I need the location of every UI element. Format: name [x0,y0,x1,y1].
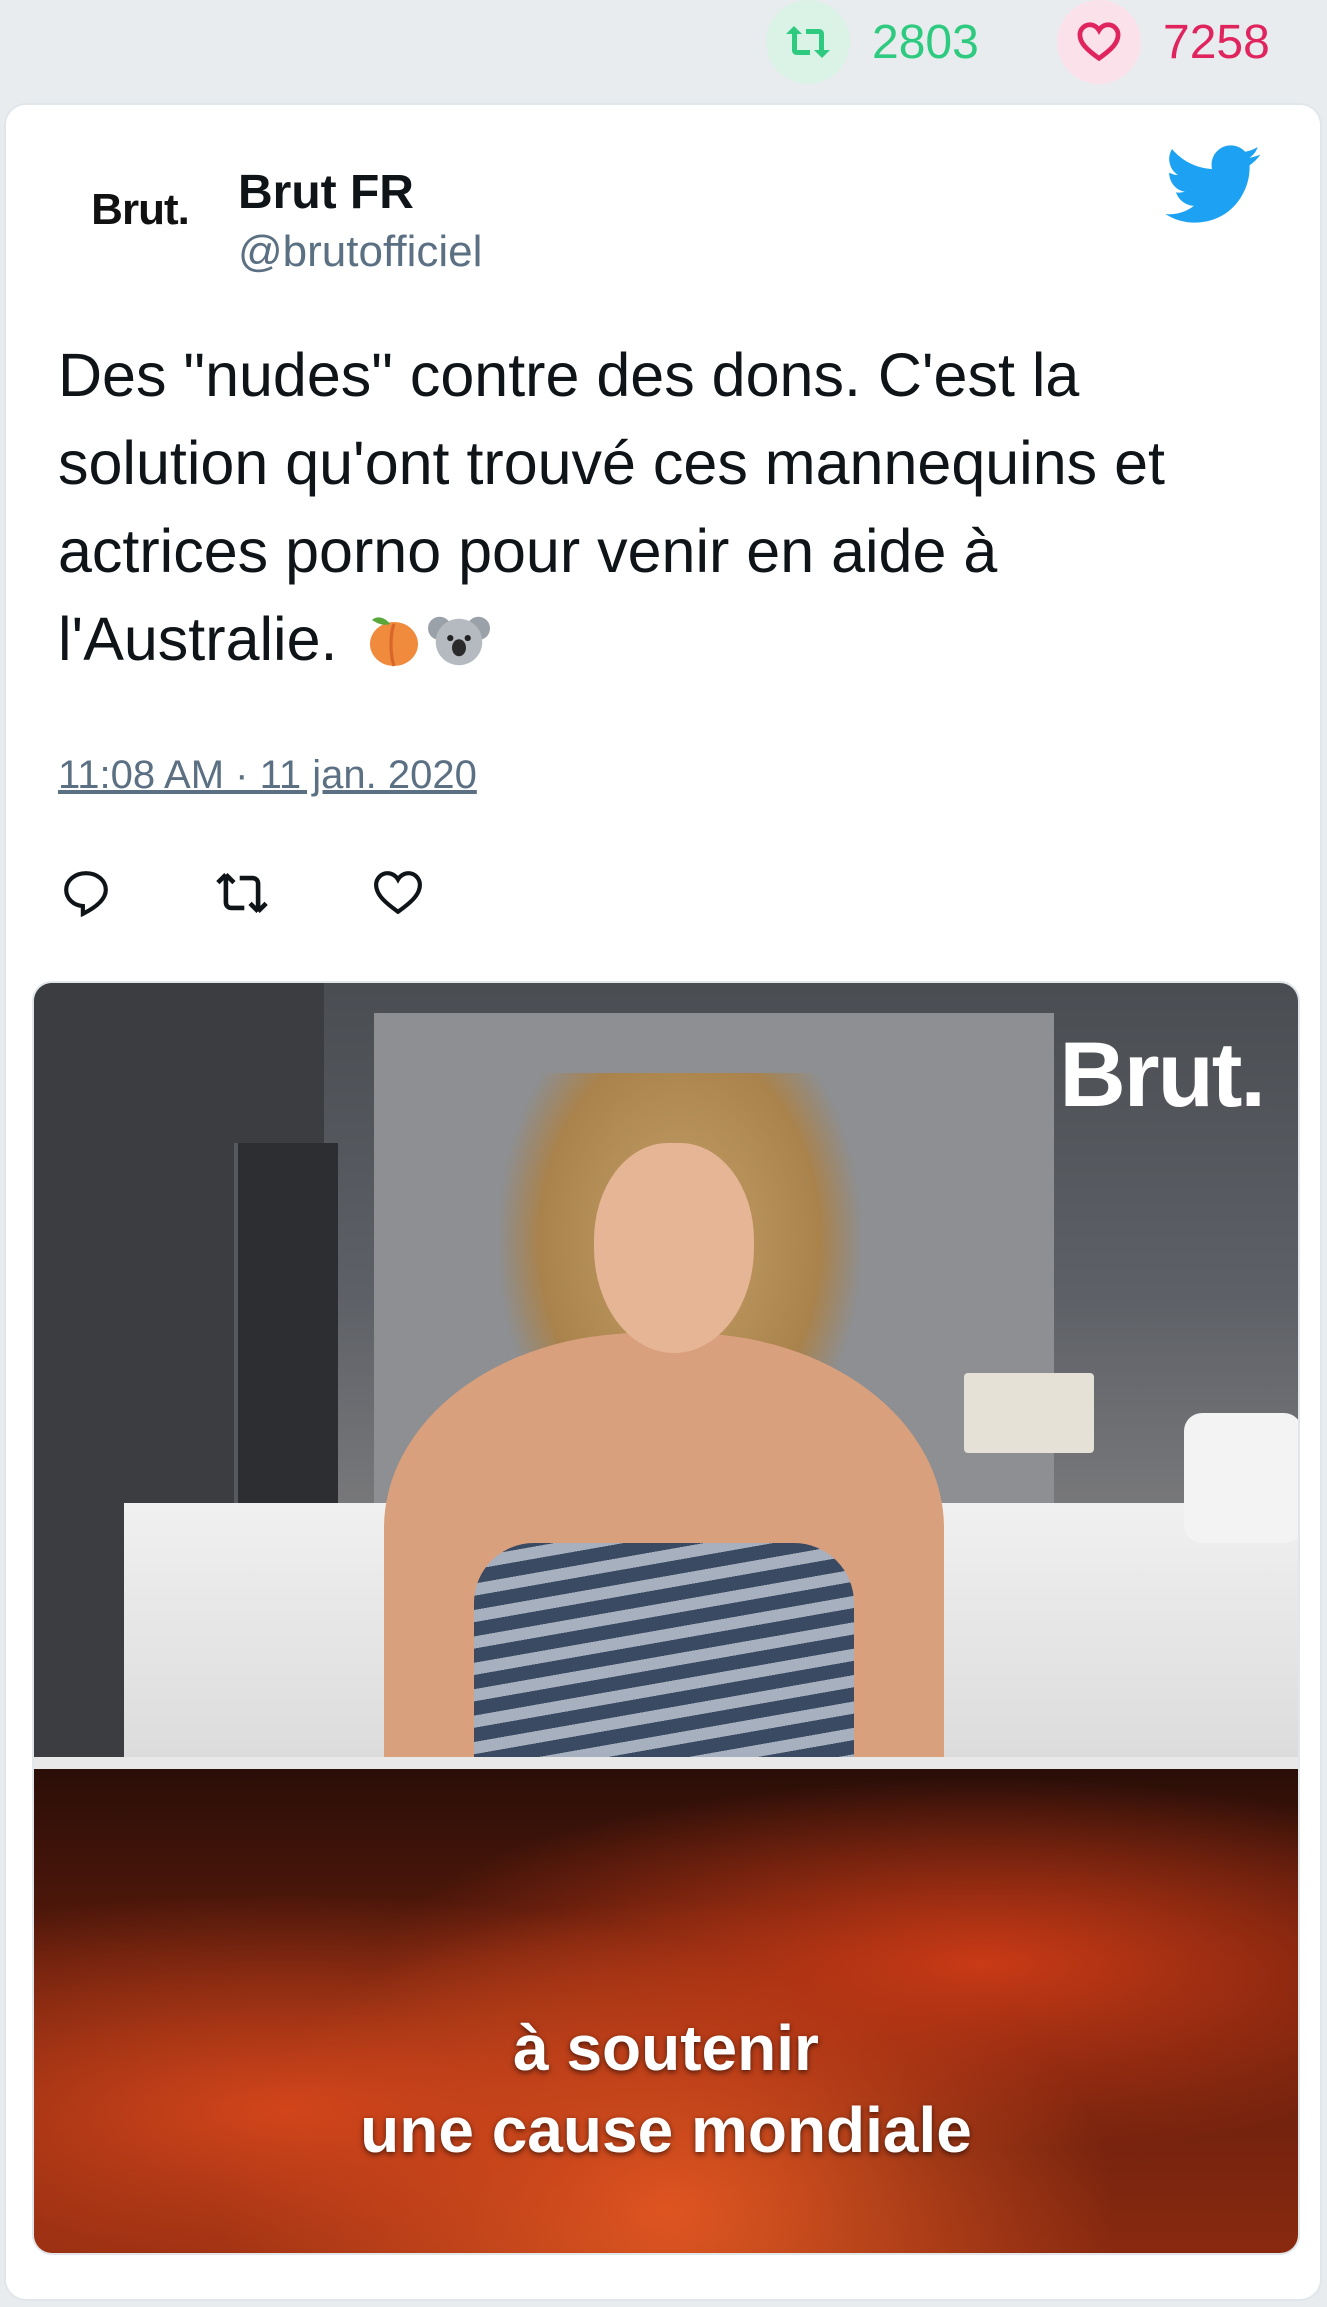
striped-top [474,1543,854,1757]
pillow [1184,1413,1298,1543]
tweet-text: Des "nudes" contre des dons. C'est la so… [58,331,1288,693]
author-handle[interactable]: @brutofficiel [238,227,482,277]
caption-line-1: à soutenir [513,2012,819,2084]
video-frame-top: Brut. [34,983,1298,1757]
tweet-timestamp[interactable]: 11:08 AM · 11 jan. 2020 [58,753,477,798]
koala-emoji-icon [428,605,491,693]
person-face [594,1143,754,1353]
frame-divider [34,1757,1298,1769]
tweet-body: Des "nudes" contre des dons. C'est la so… [58,341,1165,673]
avatar-logo-text: Brut. [91,185,190,234]
tweet-card: Brut. Brut FR @brutofficiel Des "nudes" … [4,103,1322,2301]
retweet-icon[interactable] [766,0,850,84]
engagement-stats: 2803 7258 [0,0,1327,92]
peach-emoji-icon [364,605,424,693]
caption-line-2: une cause mondiale [360,2094,972,2166]
emoji-group [364,605,491,693]
retweet-stat[interactable]: 2803 [766,0,979,84]
avatar[interactable]: Brut. [50,155,230,265]
retweet-count: 2803 [872,15,979,69]
video-caption: à soutenir une cause mondiale [34,2007,1298,2171]
like-action-icon[interactable] [370,865,426,921]
twitter-bird-icon[interactable] [1165,145,1262,225]
tweet-actions [58,865,426,921]
brut-watermark: Brut. [1059,1024,1266,1126]
reply-icon[interactable] [58,865,114,921]
tweet-video[interactable]: Brut. à soutenir une cause mondiale [32,981,1300,2255]
like-stat[interactable]: 7258 [1057,0,1270,84]
lamp [964,1373,1094,1453]
author-name[interactable]: Brut FR [238,165,414,220]
like-count: 7258 [1163,15,1270,69]
retweet-action-icon[interactable] [214,865,270,921]
heart-icon[interactable] [1057,0,1141,84]
